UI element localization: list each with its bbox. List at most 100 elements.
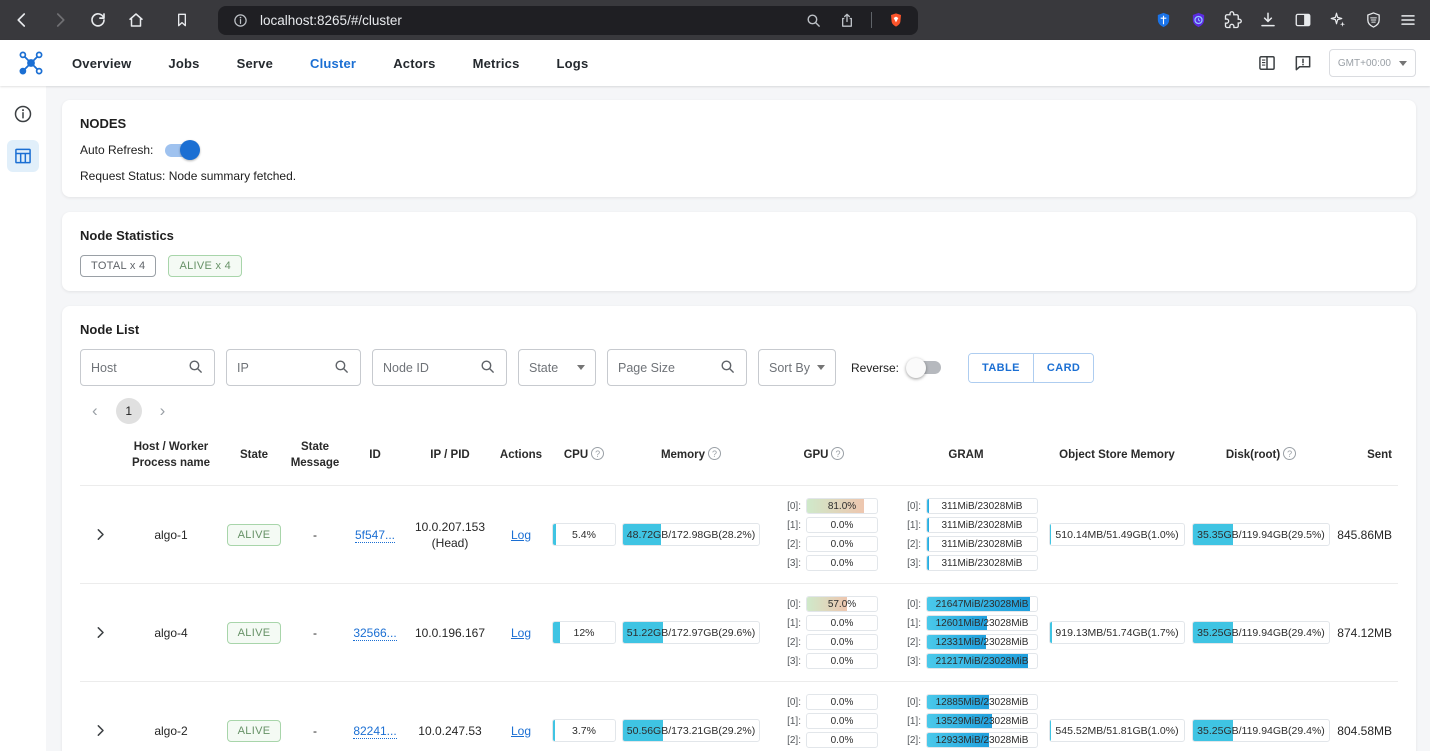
page-size-filter-input[interactable]: Page Size — [607, 349, 747, 386]
reload-icon[interactable] — [88, 10, 108, 30]
log-link[interactable]: Log — [511, 528, 531, 542]
reverse-toggle[interactable] — [906, 357, 942, 378]
sort-by-filter-select[interactable]: Sort By — [758, 349, 836, 386]
card-view-button[interactable]: CARD — [1032, 353, 1094, 382]
sparkles-icon[interactable] — [1328, 10, 1348, 30]
ip-filter-input[interactable]: IP — [226, 349, 361, 386]
extension-clock-icon[interactable] — [1188, 10, 1208, 30]
column-header-host-worker-process-name: Host / Worker Process name — [132, 441, 210, 469]
gpu-index-label: [3]: — [787, 557, 801, 569]
pagination: ‹ 1 › — [88, 398, 1398, 424]
tab-serve[interactable]: Serve — [237, 56, 273, 71]
feedback-icon[interactable] — [1293, 53, 1313, 73]
url-bar[interactable]: localhost:8265/#/cluster — [218, 5, 918, 35]
share-icon[interactable] — [837, 10, 857, 30]
docs-reader-icon[interactable] — [1257, 53, 1277, 73]
gram-bar-fill — [927, 518, 929, 533]
find-in-page-icon[interactable] — [803, 10, 823, 30]
gram-index-label: [1]: — [907, 617, 921, 629]
gpu-index-label: [1]: — [787, 519, 801, 531]
tab-logs[interactable]: Logs — [557, 56, 589, 71]
tab-cluster[interactable]: Cluster — [310, 56, 356, 71]
host-filter-input[interactable]: Host — [80, 349, 215, 386]
usage-bar-label: 545.52MB/51.81GB(1.0%) — [1055, 724, 1179, 737]
sidebar-item-info[interactable] — [7, 98, 39, 130]
menu-icon[interactable] — [1398, 10, 1418, 30]
brave-shield-icon[interactable] — [886, 10, 906, 30]
help-icon[interactable] — [831, 447, 845, 461]
node-row: algo-2 ALIVE - 82241... 10.0.247.53 Log 3.7% 50… — [80, 681, 1398, 751]
shield-settings-icon[interactable] — [1363, 10, 1383, 30]
gram-usage-bar: 13529MiB/23028MiB — [926, 713, 1038, 730]
sidebar-toggle-icon[interactable] — [1293, 10, 1313, 30]
downloads-icon[interactable] — [1258, 10, 1278, 30]
log-link[interactable]: Log — [511, 724, 531, 738]
chevron-down-icon — [1399, 60, 1407, 66]
filter-placeholder: Page Size — [618, 360, 675, 375]
usage-bar-label: 0.0% — [830, 636, 854, 648]
gpu-usage-bar: 57.0% — [806, 596, 878, 613]
gram-index-label: [3]: — [907, 557, 921, 569]
auto-refresh-toggle[interactable] — [165, 140, 201, 160]
gpu-device-row: [1]: 0.0% — [779, 713, 878, 730]
node-id-link[interactable]: 32566... — [353, 625, 397, 641]
usage-bar-label: 35.25GB/119.94GB(29.4%) — [1197, 626, 1325, 639]
gpu-usage-bar: 0.0% — [806, 653, 878, 670]
usage-bar-label: 510.14MB/51.49GB(1.0%) — [1055, 528, 1179, 541]
gram-index-label: [2]: — [907, 538, 921, 550]
home-icon[interactable] — [126, 10, 146, 30]
bookmark-icon[interactable] — [172, 10, 192, 30]
usage-bar-label: 311MiB/23028MiB — [941, 519, 1023, 531]
help-icon[interactable] — [591, 447, 605, 461]
host-name: algo-1 — [154, 527, 188, 542]
url-text[interactable]: localhost:8265/#/cluster — [260, 13, 803, 28]
tab-metrics[interactable]: Metrics — [473, 56, 520, 71]
gram-device-row: [3]: 311MiB/23028MiB — [899, 555, 1038, 572]
id-cell: 32566... — [344, 625, 406, 641]
filter-placeholder: IP — [237, 360, 249, 375]
usage-bar-label: 12601MiB/23028MiB — [935, 617, 1029, 629]
extension-shield-blue-icon[interactable] — [1153, 10, 1173, 30]
gram-cell: [0]: 311MiB/23028MiB [1]: 311MiB/23028MiB [2… — [886, 498, 1046, 572]
column-header-gpu: GPU — [762, 447, 886, 464]
forward-icon[interactable] — [50, 10, 70, 30]
extensions-puzzle-icon[interactable] — [1223, 10, 1243, 30]
gram-usage-bar: 12933MiB/23028MiB — [926, 732, 1038, 749]
back-icon[interactable] — [12, 10, 32, 30]
view-mode-toggle: TABLE CARD — [968, 352, 1095, 383]
log-link[interactable]: Log — [511, 626, 531, 640]
host-name: algo-2 — [154, 723, 188, 738]
column-header-id: ID — [369, 448, 381, 461]
node-id-link[interactable]: 5f547... — [354, 527, 396, 543]
gpu-usage-bar: 81.0% — [806, 498, 878, 515]
column-header-disk-root-: Disk(root) — [1188, 447, 1334, 464]
next-page-button[interactable]: › — [156, 401, 170, 421]
node-id-link[interactable]: 82241... — [353, 723, 397, 739]
site-info-icon[interactable] — [230, 10, 250, 30]
gpu-device-row: [0]: 81.0% — [779, 498, 878, 515]
timezone-select[interactable]: GMT+00:00 — [1328, 49, 1416, 77]
help-icon[interactable] — [1283, 447, 1297, 461]
state-filter-select[interactable]: State — [518, 349, 596, 386]
gpu-device-row: [2]: 0.0% — [779, 732, 878, 749]
expand-row-button[interactable] — [80, 723, 120, 738]
host-name: algo-4 — [154, 625, 188, 640]
browser-chrome: localhost:8265/#/cluster — [0, 0, 1430, 40]
gpu-index-label: [2]: — [787, 538, 801, 550]
tab-jobs[interactable]: Jobs — [168, 56, 199, 71]
expand-row-button[interactable] — [80, 527, 120, 542]
table-header: Host / Worker Process name State State Mes… — [80, 428, 1398, 485]
tab-overview[interactable]: Overview — [72, 56, 131, 71]
node-id-filter-input[interactable]: Node ID — [372, 349, 507, 386]
help-icon[interactable] — [708, 447, 722, 461]
cyan-bar-fill — [1050, 622, 1053, 644]
pill-divider — [871, 12, 872, 28]
tab-actors[interactable]: Actors — [393, 56, 435, 71]
prev-page-button[interactable]: ‹ — [88, 401, 102, 421]
expand-row-button[interactable] — [80, 625, 120, 640]
sidebar-item-table-view[interactable] — [7, 140, 39, 172]
disk-usage-bar: 35.25GB/119.94GB(29.4%) — [1192, 719, 1330, 743]
cpu-cell: 3.7% — [548, 719, 620, 743]
table-view-button[interactable]: TABLE — [969, 353, 1033, 382]
page-number-button[interactable]: 1 — [115, 398, 142, 424]
